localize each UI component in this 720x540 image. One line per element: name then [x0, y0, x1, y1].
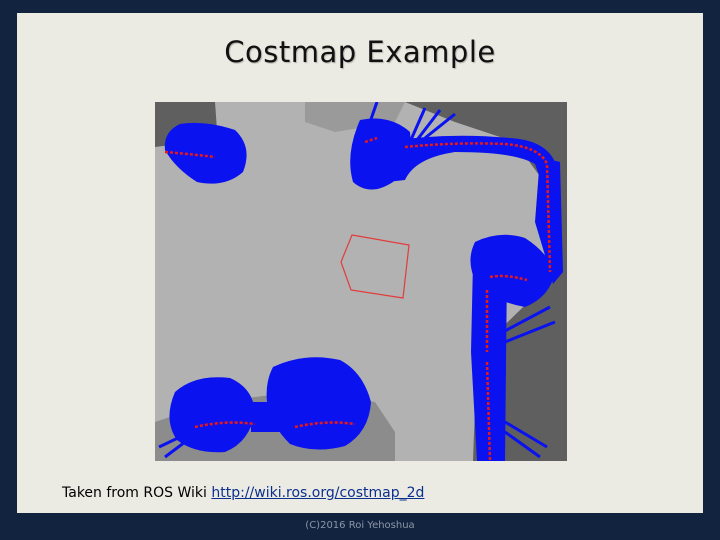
slide: Costmap Example Taken from ROS Wiki http…: [17, 13, 703, 513]
caption-text: Taken from ROS Wiki: [62, 485, 212, 501]
caption: Taken from ROS Wiki http://wiki.ros.org/…: [62, 485, 424, 501]
caption-link[interactable]: http://wiki.ros.org/costmap_2d: [211, 485, 424, 501]
footer-copyright: (C)2016 Roi Yehoshua: [305, 520, 415, 531]
slide-title: Costmap Example: [224, 35, 496, 69]
costmap-image: [155, 102, 567, 461]
